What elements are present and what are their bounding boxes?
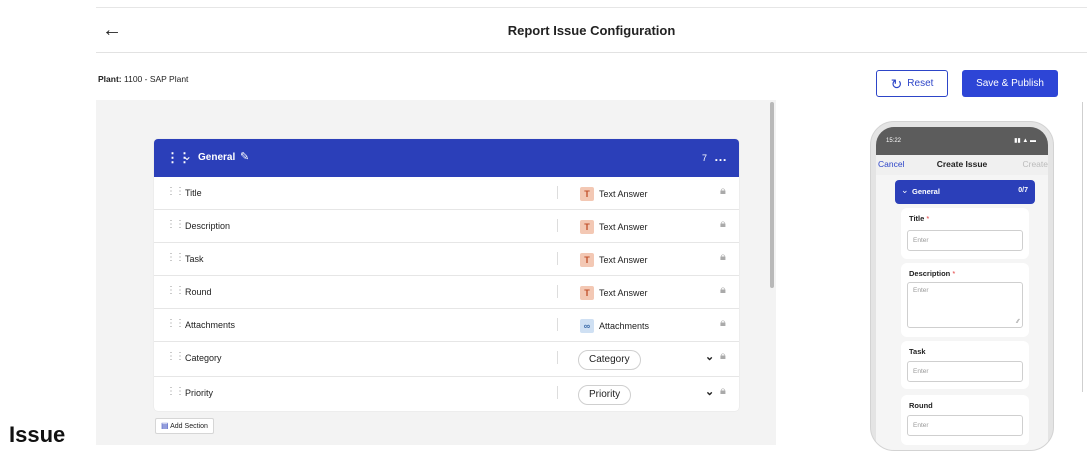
preview-create[interactable]: Create <box>1022 159 1048 169</box>
status-time: 15:22 <box>886 138 902 144</box>
field-type[interactable]: Attachments <box>599 321 649 331</box>
field-row[interactable]: ⋮⋮ Task T Text Answer 🔒︎ <box>154 243 739 276</box>
phone-body: ⌄ General 0/7 Title * Enter Description … <box>876 175 1048 450</box>
resize-handle-icon[interactable]: ∕∕ <box>1017 319 1019 325</box>
add-section-icon: ▤ <box>161 421 169 430</box>
section-title: General <box>198 152 236 163</box>
field-name: Category <box>185 353 222 363</box>
section-card: ⋮⋮ ⌄ General ✎ 7 … ⋮⋮ Title T Text Answe… <box>154 139 739 411</box>
lock-icon: 🔒︎ <box>720 185 726 197</box>
drag-handle-icon[interactable]: ⋮⋮ <box>166 285 185 296</box>
chevron-down-icon: ⌄ <box>901 185 909 195</box>
field-type[interactable]: Text Answer <box>599 189 648 199</box>
preview-title-input[interactable]: Enter <box>907 230 1023 251</box>
divider <box>557 252 558 265</box>
issue-label: Issue <box>9 422 66 447</box>
signal-wifi-battery-icon: ▮▮ ▲ ▬ <box>1014 138 1036 144</box>
divider <box>557 351 558 364</box>
drag-handle-icon[interactable]: ⋮⋮ <box>166 386 185 397</box>
more-options-icon[interactable]: … <box>714 149 727 164</box>
divider <box>557 386 558 399</box>
preview-description-input[interactable]: Enter ∕∕ <box>907 282 1023 328</box>
plant-value: 1100 - SAP Plant <box>124 74 189 84</box>
drag-handle-icon[interactable]: ⋮⋮ <box>166 252 185 263</box>
preview-task-input[interactable]: Enter <box>907 361 1023 382</box>
preview-field-label: Title <box>909 214 925 223</box>
section-header[interactable]: ⋮⋮ ⌄ General ✎ 7 … <box>154 139 739 177</box>
phone-preview: 15:22 ▮▮ ▲ ▬ Cancel Create Issue Create … <box>870 121 1054 451</box>
text-type-icon: T <box>580 286 594 300</box>
preview-field: Task Enter <box>901 341 1029 389</box>
chevron-down-icon[interactable]: ⌄ <box>182 149 192 163</box>
drag-handle-icon[interactable]: ⋮⋮ <box>166 318 185 329</box>
refresh-icon: ↻ <box>890 75 903 92</box>
preview-section-count: 0/7 <box>1018 187 1028 194</box>
preview-round-input[interactable]: Enter <box>907 415 1023 436</box>
preview-field-label: Round <box>909 401 933 410</box>
text-type-icon: T <box>580 253 594 267</box>
required-marker: * <box>926 214 930 223</box>
preview-field-label: Description <box>909 269 951 278</box>
field-type[interactable]: Text Answer <box>599 222 648 232</box>
category-dropdown[interactable]: Category <box>578 350 641 370</box>
field-name: Title <box>185 188 202 198</box>
phone-nav-bar: Cancel Create Issue Create <box>876 155 1048 175</box>
reset-label: Reset <box>907 78 934 89</box>
field-row[interactable]: ⋮⋮ Title T Text Answer 🔒︎ <box>154 177 739 210</box>
preview-field: Title * Enter <box>901 208 1029 259</box>
lock-icon: 🔒︎ <box>720 350 726 362</box>
field-row[interactable]: ⋮⋮ Round T Text Answer 🔒︎ <box>154 276 739 309</box>
field-type[interactable]: Text Answer <box>599 255 648 265</box>
reset-button[interactable]: ↻ Reset <box>876 70 948 97</box>
field-name: Task <box>185 254 204 264</box>
preview-section-header[interactable]: ⌄ General 0/7 <box>895 180 1035 204</box>
lock-icon: 🔒︎ <box>720 385 726 397</box>
field-row[interactable]: ⋮⋮ Category Category ⌄ 🔒︎ <box>154 342 739 377</box>
lock-icon: 🔒︎ <box>720 251 726 263</box>
paperclip-icon: ∞ <box>580 319 594 333</box>
preview-field: Round Enter <box>901 395 1029 445</box>
section-field-count: 7 <box>702 153 708 163</box>
canvas-scrollbar[interactable] <box>770 102 774 288</box>
preview-scrollbar[interactable] <box>1082 102 1083 392</box>
drag-handle-icon[interactable]: ⋮⋮ <box>166 219 185 230</box>
required-marker: * <box>952 269 956 278</box>
field-name: Description <box>185 221 231 231</box>
lock-icon: 🔒︎ <box>720 284 726 296</box>
plant-info: Plant: 1100 - SAP Plant <box>98 74 188 84</box>
plant-label: Plant: <box>98 74 122 84</box>
page-title: Report Issue Configuration <box>507 23 676 38</box>
preview-section-title: General <box>912 187 940 196</box>
chevron-down-icon[interactable]: ⌄ <box>705 385 714 398</box>
chevron-down-icon[interactable]: ⌄ <box>705 350 714 363</box>
text-type-icon: T <box>580 220 594 234</box>
divider <box>557 318 558 331</box>
drag-handle-icon[interactable]: ⋮⋮ <box>166 351 185 362</box>
field-row[interactable]: ⋮⋮ Description T Text Answer 🔒︎ <box>154 210 739 243</box>
drag-handle-icon[interactable]: ⋮⋮ <box>166 186 185 197</box>
field-name: Round <box>185 287 212 297</box>
field-name: Attachments <box>185 320 236 330</box>
divider <box>557 219 558 232</box>
field-type[interactable]: Text Answer <box>599 288 648 298</box>
preview-field: Description * Enter ∕∕ <box>901 263 1029 337</box>
field-row[interactable]: ⋮⋮ Attachments ∞ Attachments 🔒︎ <box>154 309 739 342</box>
divider <box>557 186 558 199</box>
add-section-label: Add Section <box>170 423 208 430</box>
divider <box>557 285 558 298</box>
lock-icon: 🔒︎ <box>720 317 726 329</box>
preview-field-label: Task <box>909 347 926 356</box>
preview-placeholder: Enter <box>913 287 929 294</box>
lock-icon: 🔒︎ <box>720 218 726 230</box>
edit-pencil-icon[interactable]: ✎ <box>240 150 249 163</box>
text-type-icon: T <box>580 187 594 201</box>
top-bar: ← Report Issue Configuration <box>96 7 1087 53</box>
priority-dropdown[interactable]: Priority <box>578 385 632 405</box>
field-row[interactable]: ⋮⋮ Priority Priority ⌄ 🔒︎ <box>154 377 739 411</box>
add-section-button[interactable]: ▤ Add Section <box>155 418 214 434</box>
field-name: Priority <box>185 388 214 398</box>
save-publish-button[interactable]: Save & Publish <box>962 70 1058 97</box>
